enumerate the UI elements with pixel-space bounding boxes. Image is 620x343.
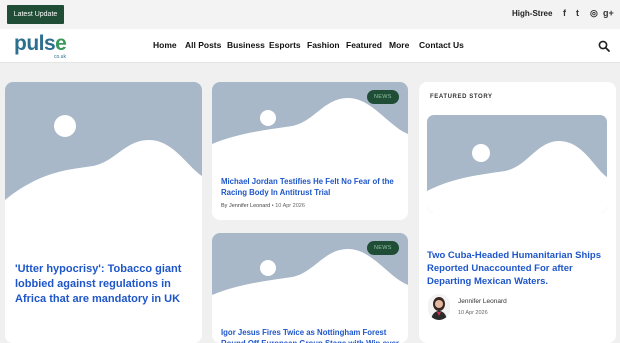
instagram-icon[interactable]: ◎ (590, 8, 598, 19)
main-article-image (5, 82, 202, 228)
article-date: • 10 Apr 2026 (271, 203, 305, 209)
logo-wordmark: pulse (14, 32, 67, 55)
main-article-title[interactable]: 'Utter hypocrisy': Tobacco giant lobbied… (15, 262, 197, 307)
news-ticker[interactable]: High-Stree (512, 9, 552, 18)
news-badge[interactable]: NEWS (367, 90, 399, 104)
jordan-article-title[interactable]: Michael Jordan Testifies He Felt No Fear… (221, 176, 403, 198)
twitter-icon[interactable]: t (576, 8, 579, 18)
main-article-card[interactable]: 'Utter hypocrisy': Tobacco giant lobbied… (5, 82, 202, 343)
featured-author[interactable]: Jennifer Leonard (458, 298, 507, 305)
latest-update-button[interactable]: Latest Update (7, 5, 64, 24)
article-card-igor[interactable]: NEWS Igor Jesus Fires Twice as Nottingha… (212, 233, 408, 343)
nav-home[interactable]: Home (153, 40, 177, 50)
nav-all-posts[interactable]: All Posts (185, 40, 221, 50)
nav-more[interactable]: More (389, 40, 409, 50)
igor-article-title[interactable]: Igor Jesus Fires Twice as Nottingham For… (221, 327, 403, 343)
nav-featured[interactable]: Featured (346, 40, 382, 50)
jordan-article-meta: By Jennifer Leonard • 10 Apr 2026 (221, 203, 305, 209)
google-plus-icon[interactable]: g+ (603, 8, 614, 18)
featured-date: 10 Apr 2026 (458, 310, 488, 316)
featured-article-title[interactable]: Two Cuba-Headed Humanitarian Ships Repor… (427, 249, 613, 288)
featured-article-image[interactable] (427, 115, 607, 213)
top-bar: Latest Update High-Stree f t ◎ g+ (0, 0, 620, 29)
nav-esports[interactable]: Esports (269, 40, 301, 50)
nav-contact-us[interactable]: Contact Us (419, 40, 464, 50)
article-author[interactable]: By Jennifer Leonard (221, 203, 270, 209)
featured-story-card: FEATURED STORY Two Cuba-Headed Humanitar… (419, 82, 616, 343)
article-card-jordan[interactable]: NEWS Michael Jordan Testifies He Felt No… (212, 82, 408, 220)
logo-domain: co.uk (54, 54, 66, 60)
featured-heading: FEATURED STORY (430, 94, 493, 100)
main-navigation: pulse co.uk Home All Posts Business Espo… (0, 29, 620, 63)
author-avatar[interactable] (428, 294, 450, 320)
search-icon[interactable] (598, 40, 610, 52)
nav-business[interactable]: Business (227, 40, 265, 50)
news-badge[interactable]: NEWS (367, 241, 399, 255)
nav-fashion[interactable]: Fashion (307, 40, 340, 50)
facebook-icon[interactable]: f (563, 8, 566, 18)
